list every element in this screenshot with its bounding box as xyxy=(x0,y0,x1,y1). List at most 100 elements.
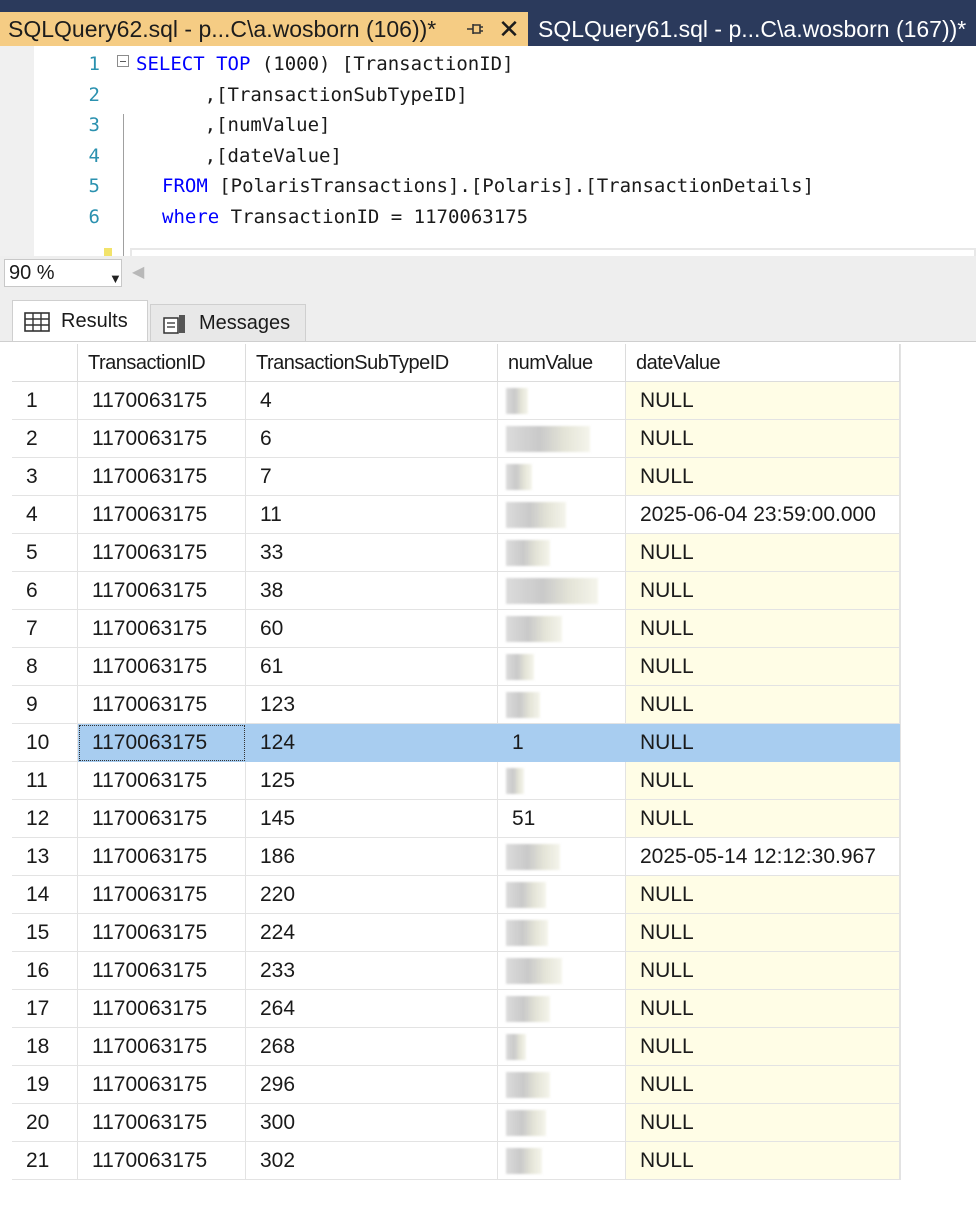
cell-transactionsubtypeid[interactable]: 6 xyxy=(246,420,498,458)
cell-transactionsubtypeid[interactable]: 145 xyxy=(246,800,498,838)
tab-messages[interactable]: Messages xyxy=(150,304,306,342)
code-line-4[interactable]: 4 ,[dateValue] xyxy=(0,141,976,172)
cell-transactionsubtypeid[interactable]: 11 xyxy=(246,496,498,534)
table-row[interactable]: 17 1170063175 264 NULL xyxy=(12,990,900,1028)
table-row[interactable]: 3 1170063175 7 NULL xyxy=(12,458,900,496)
table-row[interactable]: 19 1170063175 296 NULL xyxy=(12,1066,900,1104)
query-editor[interactable]: 1 SELECT TOP (1000) [TransactionID] 2 ,[… xyxy=(0,46,976,278)
cell-transactionid[interactable]: 1170063175 xyxy=(78,420,246,458)
table-row[interactable]: 18 1170063175 268 NULL xyxy=(12,1028,900,1066)
cell-transactionid[interactable]: 1170063175 xyxy=(78,572,246,610)
cell-numvalue[interactable] xyxy=(498,610,626,648)
cell-datevalue[interactable]: NULL xyxy=(626,762,900,800)
cell-datevalue[interactable]: NULL xyxy=(626,914,900,952)
pin-icon[interactable] xyxy=(462,12,488,46)
cell-rownum[interactable]: 3 xyxy=(12,458,78,496)
cell-transactionsubtypeid[interactable]: 186 xyxy=(246,838,498,876)
cell-numvalue[interactable] xyxy=(498,1066,626,1104)
cell-transactionid[interactable]: 1170063175 xyxy=(78,458,246,496)
cell-numvalue[interactable] xyxy=(498,534,626,572)
cell-transactionid[interactable]: 1170063175 xyxy=(78,1066,246,1104)
cell-datevalue[interactable]: NULL xyxy=(626,1066,900,1104)
cell-transactionid[interactable]: 1170063175 xyxy=(78,800,246,838)
cell-rownum[interactable]: 15 xyxy=(12,914,78,952)
cell-numvalue[interactable] xyxy=(498,648,626,686)
code-line-3[interactable]: 3 ,[numValue] xyxy=(0,110,976,141)
cell-rownum[interactable]: 5 xyxy=(12,534,78,572)
cell-transactionsubtypeid[interactable]: 125 xyxy=(246,762,498,800)
table-row[interactable]: 10 1170063175 124 1 NULL xyxy=(12,724,900,762)
header-numvalue[interactable]: numValue xyxy=(498,344,626,382)
cell-rownum[interactable]: 13 xyxy=(12,838,78,876)
cell-datevalue[interactable]: NULL xyxy=(626,648,900,686)
header-transactionsubtypeid[interactable]: TransactionSubTypeID xyxy=(246,344,498,382)
cell-transactionid[interactable]: 1170063175 xyxy=(78,648,246,686)
cell-numvalue[interactable] xyxy=(498,990,626,1028)
cell-datevalue[interactable]: NULL xyxy=(626,382,900,420)
cell-transactionsubtypeid[interactable]: 38 xyxy=(246,572,498,610)
header-datevalue[interactable]: dateValue xyxy=(626,344,900,382)
cell-transactionid[interactable]: 1170063175 xyxy=(78,838,246,876)
cell-datevalue[interactable]: NULL xyxy=(626,724,900,762)
scroll-left-icon[interactable]: ◀ xyxy=(132,262,144,282)
cell-numvalue[interactable] xyxy=(498,762,626,800)
code-line-2[interactable]: 2 ,[TransactionSubTypeID] xyxy=(0,80,976,111)
cell-transactionsubtypeid[interactable]: 264 xyxy=(246,990,498,1028)
cell-numvalue[interactable] xyxy=(498,572,626,610)
cell-rownum[interactable]: 10 xyxy=(12,724,78,762)
cell-transactionsubtypeid[interactable]: 302 xyxy=(246,1142,498,1180)
cell-rownum[interactable]: 4 xyxy=(12,496,78,534)
table-row[interactable]: 16 1170063175 233 NULL xyxy=(12,952,900,990)
code-line-1[interactable]: 1 SELECT TOP (1000) [TransactionID] xyxy=(0,49,976,80)
cell-rownum[interactable]: 8 xyxy=(12,648,78,686)
cell-rownum[interactable]: 18 xyxy=(12,1028,78,1066)
table-row[interactable]: 8 1170063175 61 NULL xyxy=(12,648,900,686)
cell-numvalue[interactable] xyxy=(498,420,626,458)
cell-transactionsubtypeid[interactable]: 300 xyxy=(246,1104,498,1142)
cell-datevalue[interactable]: NULL xyxy=(626,458,900,496)
cell-rownum[interactable]: 17 xyxy=(12,990,78,1028)
code-line-6[interactable]: 6 where TransactionID = 1170063175 xyxy=(0,202,976,233)
cell-rownum[interactable]: 1 xyxy=(12,382,78,420)
cell-transactionsubtypeid[interactable]: 33 xyxy=(246,534,498,572)
table-row[interactable]: 20 1170063175 300 NULL xyxy=(12,1104,900,1142)
table-row[interactable]: 13 1170063175 186 2025-05-14 12:12:30.967 xyxy=(12,838,900,876)
cell-transactionid[interactable]: 1170063175 xyxy=(78,876,246,914)
cell-transactionsubtypeid[interactable]: 61 xyxy=(246,648,498,686)
cell-numvalue[interactable] xyxy=(498,1028,626,1066)
cell-datevalue[interactable]: NULL xyxy=(626,610,900,648)
cell-datevalue[interactable]: NULL xyxy=(626,534,900,572)
cell-transactionsubtypeid[interactable]: 224 xyxy=(246,914,498,952)
cell-numvalue[interactable] xyxy=(498,876,626,914)
cell-rownum[interactable]: 2 xyxy=(12,420,78,458)
cell-transactionsubtypeid[interactable]: 124 xyxy=(246,724,498,762)
cell-transactionsubtypeid[interactable]: 60 xyxy=(246,610,498,648)
header-rownum[interactable] xyxy=(12,344,78,382)
cell-transactionid[interactable]: 1170063175 xyxy=(78,952,246,990)
cell-numvalue[interactable] xyxy=(498,952,626,990)
tab-results[interactable]: Results xyxy=(12,300,148,342)
cell-rownum[interactable]: 14 xyxy=(12,876,78,914)
cell-transactionsubtypeid[interactable]: 233 xyxy=(246,952,498,990)
cell-datevalue[interactable]: NULL xyxy=(626,686,900,724)
cell-datevalue[interactable]: 2025-06-04 23:59:00.000 xyxy=(626,496,900,534)
cell-transactionsubtypeid[interactable]: 4 xyxy=(246,382,498,420)
table-row[interactable]: 21 1170063175 302 NULL xyxy=(12,1142,900,1180)
table-row[interactable]: 4 1170063175 11 2025-06-04 23:59:00.000 xyxy=(12,496,900,534)
cell-datevalue[interactable]: NULL xyxy=(626,1104,900,1142)
table-row[interactable]: 7 1170063175 60 NULL xyxy=(12,610,900,648)
cell-datevalue[interactable]: NULL xyxy=(626,952,900,990)
table-row[interactable]: 6 1170063175 38 NULL xyxy=(12,572,900,610)
cell-datevalue[interactable]: NULL xyxy=(626,1028,900,1066)
cell-datevalue[interactable]: NULL xyxy=(626,876,900,914)
cell-transactionid[interactable]: 1170063175 xyxy=(78,496,246,534)
cell-transactionid[interactable]: 1170063175 xyxy=(78,1142,246,1180)
cell-rownum[interactable]: 20 xyxy=(12,1104,78,1142)
close-icon[interactable]: ✕ xyxy=(494,12,524,46)
cell-numvalue[interactable] xyxy=(498,382,626,420)
cell-datevalue[interactable]: NULL xyxy=(626,990,900,1028)
table-row[interactable]: 12 1170063175 145 51 NULL xyxy=(12,800,900,838)
cell-rownum[interactable]: 21 xyxy=(12,1142,78,1180)
cell-numvalue[interactable] xyxy=(498,1142,626,1180)
cell-datevalue[interactable]: 2025-05-14 12:12:30.967 xyxy=(626,838,900,876)
